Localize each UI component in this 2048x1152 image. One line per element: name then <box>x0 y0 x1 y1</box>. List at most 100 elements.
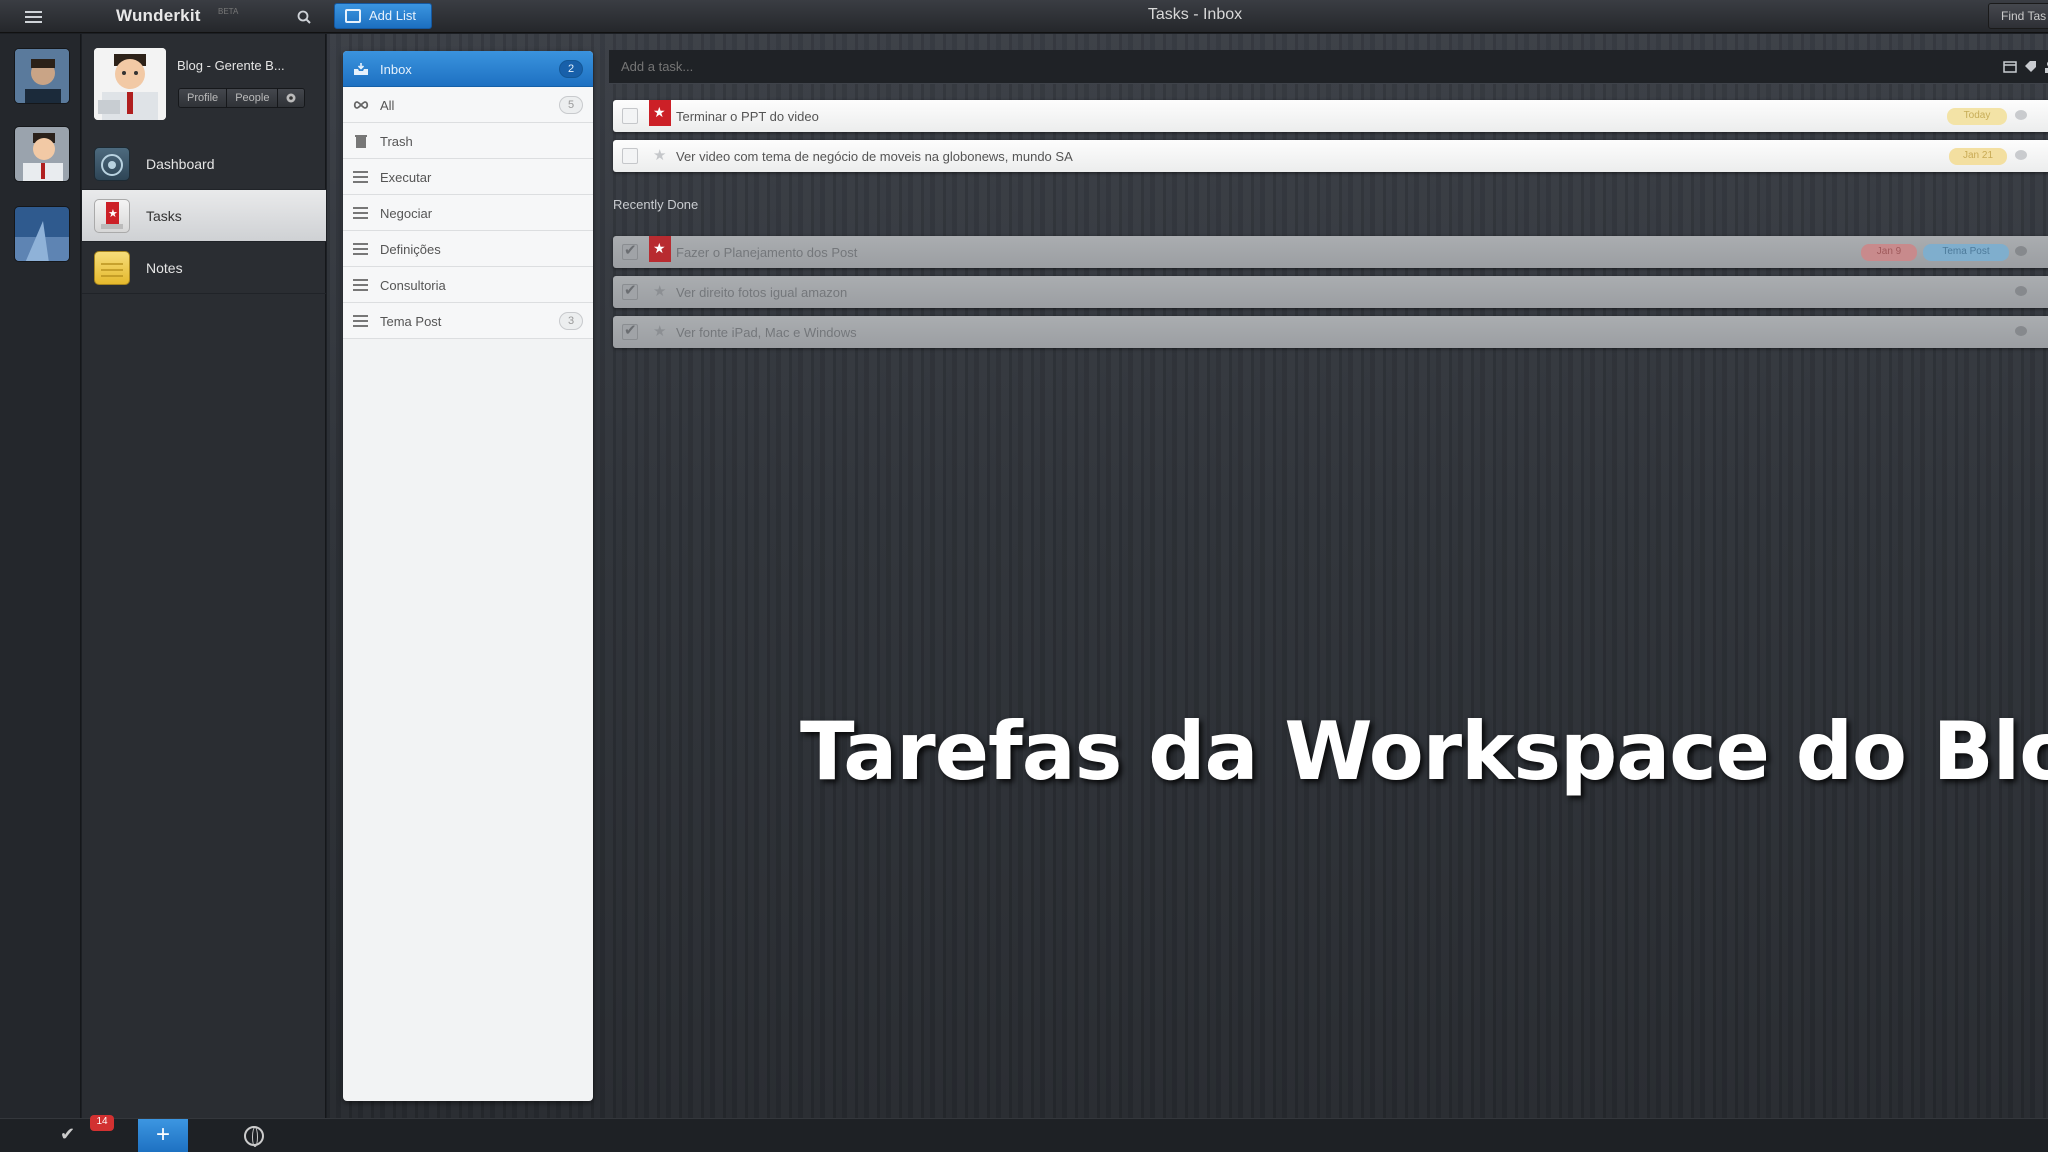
list-item-label: Trash <box>380 134 413 149</box>
list-item-label: Tema Post <box>380 314 442 329</box>
profile-button-group: Profile People <box>178 88 306 108</box>
list-item-label: Negociar <box>380 206 433 221</box>
add-task-input[interactable] <box>621 59 1221 74</box>
nav-item-dashboard[interactable]: Dashboard <box>82 138 326 190</box>
list-item-executar[interactable]: Executar <box>343 159 593 195</box>
check-icon: ✔ <box>624 322 637 339</box>
add-list-button[interactable]: Add List <box>334 3 432 29</box>
check-icon: ✔ <box>624 242 637 259</box>
find-tasks-button[interactable]: Find Tas <box>1988 3 2048 29</box>
star-outline-icon[interactable]: ★ <box>653 322 666 340</box>
star-outline-icon[interactable]: ★ <box>653 282 666 300</box>
profile-avatar[interactable] <box>94 48 166 120</box>
workspace-avatar-2[interactable] <box>14 126 70 182</box>
add-list-label: Add List <box>369 8 416 23</box>
hamburger-menu-button[interactable] <box>14 4 52 30</box>
note-icon[interactable] <box>2015 110 2027 120</box>
task-row-done[interactable]: ✔ ★ Ver fonte iPad, Mac e Windows <box>613 316 2048 348</box>
check-icon: ✔ <box>624 282 637 299</box>
recently-done-heading: Recently Done <box>613 197 699 212</box>
tag-icon[interactable] <box>2023 60 2037 73</box>
due-date-tag: Today <box>1947 108 2007 125</box>
inbox-icon <box>354 63 368 75</box>
due-date-tag: Jan 21 <box>1949 148 2007 165</box>
add-button[interactable]: + <box>138 1119 188 1152</box>
list-item-label: Inbox <box>380 62 412 77</box>
nav-item-label: Dashboard <box>146 156 215 172</box>
gear-icon <box>286 93 296 103</box>
person-icon[interactable] <box>2043 60 2048 73</box>
task-row-done[interactable]: ✔ Fazer o Planejamento dos Post Jan 9 Te… <box>613 236 2048 268</box>
navigation-panel: Blog - Gerente B... Profile People Dashb… <box>82 34 326 1118</box>
notification-badge: 14 <box>90 1115 114 1131</box>
list-count-badge: 3 <box>559 312 583 330</box>
search-icon <box>297 10 311 24</box>
trash-icon <box>355 135 367 148</box>
profile-button[interactable]: Profile <box>179 89 228 107</box>
workspace-settings-button[interactable] <box>278 89 305 107</box>
infinity-icon <box>353 101 369 109</box>
list-icon <box>353 278 369 292</box>
list-item-all[interactable]: All 5 <box>343 87 593 123</box>
tasks-icon: ★ <box>94 199 130 233</box>
top-bar: Wunderkit BETA Add List Tasks - Inbox Fi… <box>0 0 2048 33</box>
note-icon[interactable] <box>2015 150 2027 160</box>
list-count-badge: 2 <box>559 60 583 78</box>
app-title: Wunderkit <box>116 6 201 25</box>
note-icon[interactable] <box>2015 286 2027 296</box>
task-checkbox[interactable] <box>622 108 638 124</box>
task-row-done[interactable]: ✔ ★ Ver direito fotos igual amazon <box>613 276 2048 308</box>
nav-item-tasks[interactable]: ★ Tasks <box>82 190 326 242</box>
landscape-icon <box>15 207 69 261</box>
task-title: Fazer o Planejamento dos Post <box>676 245 858 260</box>
nav-item-notes[interactable]: Notes <box>82 242 326 294</box>
list-item-consultoria[interactable]: Consultoria <box>343 267 593 303</box>
task-row[interactable]: ★ Ver video com tema de negócio de movei… <box>613 140 2048 172</box>
task-checkbox[interactable] <box>622 148 638 164</box>
star-flag-icon[interactable] <box>649 100 671 126</box>
people-button[interactable]: People <box>227 89 279 107</box>
list-item-inbox[interactable]: Inbox 2 <box>343 51 593 87</box>
main-content: Inbox 2 All 5 Trash Executar Negociar De… <box>327 34 2048 1118</box>
lists-panel: Inbox 2 All 5 Trash Executar Negociar De… <box>343 51 593 1101</box>
list-item-tema-post[interactable]: Tema Post 3 <box>343 303 593 339</box>
workspace-name: Blog - Gerente B... <box>177 58 285 73</box>
task-title: Terminar o PPT do video <box>676 109 819 124</box>
task-title: Ver video com tema de negócio de moveis … <box>676 149 1073 164</box>
list-item-label: Consultoria <box>380 278 446 293</box>
list-item-label: Definições <box>380 242 441 257</box>
note-icon[interactable] <box>2015 326 2027 336</box>
video-caption: Tarefas da Workspace do Blog <box>800 705 2048 798</box>
list-item-label: All <box>380 98 395 113</box>
workspace-landscape[interactable] <box>14 206 70 262</box>
list-icon <box>353 206 369 220</box>
list-item-label: Executar <box>380 170 432 185</box>
list-item-definicoes[interactable]: Definições <box>343 231 593 267</box>
bottom-bar: ✔ 14 + <box>0 1115 2048 1152</box>
note-icon[interactable] <box>2015 246 2027 256</box>
list-count-badge: 5 <box>559 96 583 114</box>
calendar-icon[interactable] <box>2003 60 2017 73</box>
search-button[interactable] <box>290 5 320 29</box>
list-item-negociar[interactable]: Negociar <box>343 195 593 231</box>
add-task-bar <box>609 50 2048 84</box>
window-title: Tasks - Inbox <box>1147 6 1243 23</box>
avatar-icon <box>15 49 69 103</box>
avatar-icon <box>15 127 69 181</box>
globe-icon[interactable] <box>244 1126 264 1147</box>
star-outline-icon[interactable]: ★ <box>653 146 666 164</box>
nav-item-label: Tasks <box>146 208 182 224</box>
dashboard-icon <box>94 147 130 181</box>
list-icon <box>353 314 369 328</box>
list-icon <box>353 170 369 184</box>
tasks-check-button[interactable]: ✔ <box>60 1124 75 1145</box>
add-list-icon <box>345 9 361 23</box>
star-flag-icon[interactable] <box>649 236 671 262</box>
workspace-avatar-1[interactable] <box>14 48 70 104</box>
due-date-tag: Jan 9 <box>1861 244 1917 261</box>
list-icon <box>353 242 369 256</box>
notes-icon <box>94 251 130 285</box>
list-item-trash[interactable]: Trash <box>343 123 593 159</box>
task-row[interactable]: Terminar o PPT do video Today <box>613 100 2048 132</box>
avatar-icon <box>94 48 166 120</box>
